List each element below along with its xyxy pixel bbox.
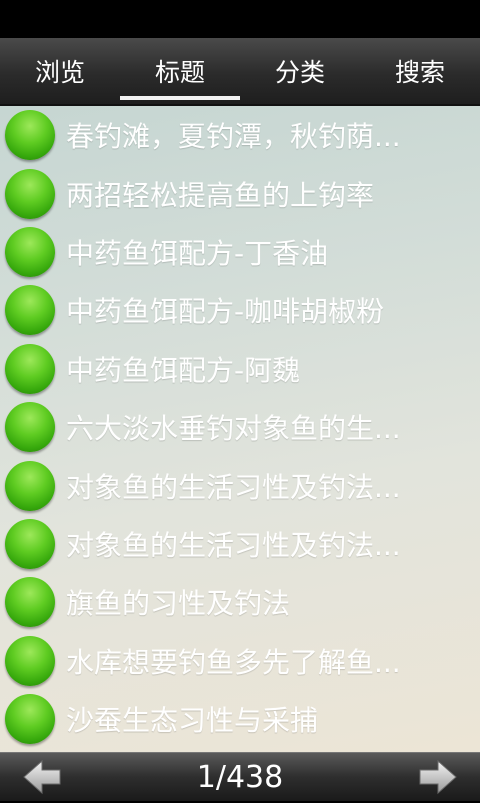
green-ball-icon (5, 460, 55, 511)
list-item-title: 水库想要钓鱼多先了解鱼... (66, 645, 401, 679)
list-item[interactable]: 旗鱼的习性及钓法 (0, 573, 480, 631)
list-item-title: 中药鱼饵配方-咖啡胡椒粉 (66, 295, 385, 329)
green-ball-icon (5, 402, 55, 453)
pagination-bar: 1/438 (0, 752, 480, 801)
list-item-title: 对象鱼的生活习性及钓法... (66, 470, 401, 504)
list-item-title: 六大淡水垂钓对象鱼的生... (66, 412, 401, 446)
article-list: 春钓滩，夏钓潭，秋钓荫... 两招轻松提高鱼的上钩率 中药鱼饵配方-丁香油 中药… (0, 106, 480, 748)
list-item-title: 春钓滩，夏钓潭，秋钓荫... (66, 120, 401, 154)
tab-browse[interactable]: 浏览 (0, 38, 120, 104)
list-item-title: 中药鱼饵配方-丁香油 (66, 236, 329, 270)
list-item[interactable]: 水库想要钓鱼多先了解鱼... (0, 632, 480, 690)
list-item-title: 中药鱼饵配方-阿魏 (66, 353, 301, 387)
green-ball-icon (5, 285, 55, 336)
list-item[interactable]: 中药鱼饵配方-咖啡胡椒粉 (0, 281, 480, 339)
list-item-title: 沙蚕生态习性与采捕 (66, 704, 319, 738)
list-item[interactable]: 对象鱼的生活习性及钓法... (0, 456, 480, 514)
page-indicator: 1/438 (196, 760, 284, 795)
green-ball-icon (5, 226, 55, 277)
tab-titles[interactable]: 标题 (120, 38, 240, 104)
tab-search[interactable]: 搜索 (360, 38, 480, 104)
article-list-panel: 春钓滩，夏钓潭，秋钓荫... 两招轻松提高鱼的上钩率 中药鱼饵配方-丁香油 中药… (0, 106, 480, 752)
list-item[interactable]: 沙蚕生态习性与采捕 (0, 690, 480, 748)
arrow-right-icon[interactable] (418, 759, 458, 795)
tab-bar: 浏览 标题 分类 搜索 (0, 38, 480, 106)
list-item[interactable]: 中药鱼饵配方-阿魏 (0, 340, 480, 398)
green-ball-icon (5, 518, 55, 569)
list-item-title: 旗鱼的习性及钓法 (66, 587, 291, 621)
list-item[interactable]: 两招轻松提高鱼的上钩率 (0, 164, 480, 222)
green-ball-icon (5, 110, 55, 161)
green-ball-icon (5, 168, 55, 219)
list-item[interactable]: 春钓滩，夏钓潭，秋钓荫... (0, 106, 480, 164)
list-item-title: 两招轻松提高鱼的上钩率 (66, 178, 375, 212)
list-item[interactable]: 六大淡水垂钓对象鱼的生... (0, 398, 480, 456)
green-ball-icon (5, 343, 55, 394)
green-ball-icon (5, 635, 55, 686)
list-item[interactable]: 对象鱼的生活习性及钓法... (0, 515, 480, 573)
green-ball-icon (5, 694, 55, 745)
list-item-title: 对象鱼的生活习性及钓法... (66, 528, 401, 562)
green-ball-icon (5, 577, 55, 628)
status-bar (0, 0, 480, 38)
tab-categories[interactable]: 分类 (240, 38, 360, 104)
list-item[interactable]: 中药鱼饵配方-丁香油 (0, 223, 480, 281)
